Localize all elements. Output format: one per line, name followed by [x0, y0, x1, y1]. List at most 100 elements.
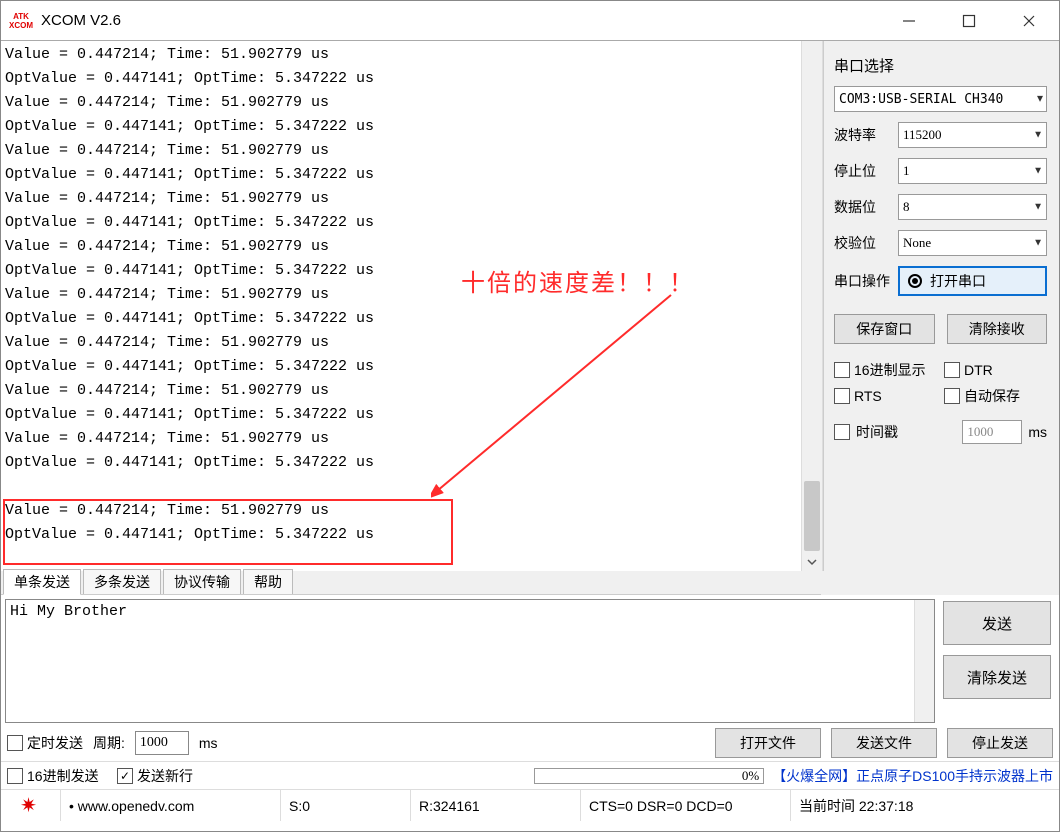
stopbits-select[interactable]: 1 ▼ [898, 158, 1047, 184]
timed-send-checkbox[interactable] [7, 735, 23, 751]
autosave-checkbox[interactable] [944, 388, 960, 404]
baud-value: 115200 [903, 127, 942, 143]
progress-bar: 0% [534, 768, 764, 784]
tab-1[interactable]: 多条发送 [83, 569, 161, 594]
open-port-button[interactable]: 打开串口 [898, 266, 1047, 296]
chevron-down-icon: ▼ [1037, 94, 1043, 105]
status-sent: S:0 [281, 790, 411, 821]
open-file-button[interactable]: 打开文件 [715, 728, 821, 758]
maximize-button[interactable] [939, 1, 999, 41]
receive-log[interactable]: Value = 0.447214; Time: 51.902779 us Opt… [1, 41, 801, 571]
log-scrollbar[interactable] [801, 41, 823, 571]
title-bar: ATK XCOM XCOM V2.6 [1, 1, 1059, 41]
hex-display-checkbox[interactable] [834, 362, 850, 378]
port-op-label: 串口操作 [834, 271, 890, 291]
site-link[interactable]: www.openedv.com [61, 790, 281, 821]
app-icon-bot: XCOM [9, 21, 33, 30]
timestamp-label: 时间戳 [856, 422, 898, 442]
dtr-checkbox[interactable] [944, 362, 960, 378]
scroll-down-arrow[interactable] [802, 553, 822, 571]
gear-icon[interactable]: ✷ [20, 793, 41, 818]
hex-display-label: 16进制显示 [854, 360, 926, 380]
period-label: 周期: [93, 733, 125, 753]
send-newline-checkbox[interactable] [117, 768, 133, 784]
hex-display-option[interactable]: 16进制显示 [834, 360, 934, 380]
port-status-icon [908, 274, 922, 288]
port-combo-value: COM3:USB-SERIAL CH340 [839, 92, 1003, 107]
send-textarea[interactable]: Hi My Brother [6, 600, 914, 722]
autosave-option[interactable]: 自动保存 [944, 386, 1024, 406]
port-section-title: 串口选择 [834, 55, 1047, 76]
stopbits-label: 停止位 [834, 161, 890, 181]
main-area: Value = 0.447214; Time: 51.902779 us Opt… [1, 41, 1059, 571]
hex-send-label: 16进制发送 [27, 766, 99, 786]
chevron-down-icon: ▼ [1033, 238, 1043, 249]
stop-send-button[interactable]: 停止发送 [947, 728, 1053, 758]
annotation-text: 十倍的速度差！！！ [461, 263, 695, 298]
databits-value: 8 [903, 199, 910, 215]
dtr-option[interactable]: DTR [944, 360, 1004, 380]
send-button[interactable]: 发送 [943, 601, 1051, 645]
port-op-row: 串口操作 打开串口 [834, 266, 1047, 296]
hex-send-option[interactable]: 16进制发送 [7, 766, 107, 786]
app-icon: ATK XCOM [9, 9, 33, 33]
tab-2[interactable]: 协议传输 [163, 569, 241, 594]
timestamp-unit: ms [1028, 424, 1047, 440]
clear-send-button[interactable]: 清除发送 [943, 655, 1051, 699]
baud-label: 波特率 [834, 125, 890, 145]
timestamp-interval-input[interactable]: 1000 [962, 420, 1022, 444]
display-options: 16进制显示 DTR RTS 自动保存 [834, 360, 1047, 406]
app-icon-top: ATK [13, 12, 29, 21]
close-button[interactable] [999, 1, 1059, 41]
parity-row: 校验位 None ▼ [834, 230, 1047, 256]
autosave-label: 自动保存 [964, 386, 1020, 406]
send-text-wrap: Hi My Brother [5, 599, 935, 723]
chevron-down-icon: ▼ [1033, 166, 1043, 177]
databits-select[interactable]: 8 ▼ [898, 194, 1047, 220]
ad-link[interactable]: 【火爆全网】正点原子DS100手持示波器上市 [772, 766, 1053, 786]
window-title: XCOM V2.6 [41, 12, 121, 29]
period-input[interactable]: 1000 [135, 731, 189, 755]
serial-settings-panel: 串口选择 COM3:USB-SERIAL CH340 ▼ 波特率 115200 … [823, 41, 1059, 571]
period-unit: ms [199, 735, 218, 751]
tab-0[interactable]: 单条发送 [3, 569, 81, 595]
open-port-button-label: 打开串口 [930, 271, 986, 291]
status-lines: CTS=0 DSR=0 DCD=0 [581, 790, 791, 821]
parity-select[interactable]: None ▼ [898, 230, 1047, 256]
receive-log-wrap: Value = 0.447214; Time: 51.902779 us Opt… [1, 41, 801, 571]
save-window-button[interactable]: 保存窗口 [834, 314, 935, 344]
scroll-thumb[interactable] [804, 481, 820, 551]
send-options-row: 定时发送 周期: 1000 ms 打开文件 发送文件 停止发送 [1, 725, 1059, 761]
send-file-button[interactable]: 发送文件 [831, 728, 937, 758]
send-newline-option[interactable]: 发送新行 [117, 766, 217, 786]
rts-label: RTS [854, 388, 882, 404]
send-scrollbar[interactable] [914, 600, 934, 722]
tab-3[interactable]: 帮助 [243, 569, 293, 594]
minimize-button[interactable] [879, 1, 939, 41]
chevron-down-icon: ▼ [1033, 202, 1043, 213]
rts-checkbox[interactable] [834, 388, 850, 404]
send-newline-label: 发送新行 [137, 766, 193, 786]
send-tabs: 单条发送多条发送协议传输帮助 [1, 571, 821, 595]
rts-option[interactable]: RTS [834, 386, 934, 406]
timed-send-label: 定时发送 [27, 733, 83, 753]
timed-send-option[interactable]: 定时发送 [7, 733, 83, 753]
baud-row: 波特率 115200 ▼ [834, 122, 1047, 148]
databits-row: 数据位 8 ▼ [834, 194, 1047, 220]
timestamp-checkbox[interactable] [834, 424, 850, 440]
status-bar: ✷ www.openedv.com S:0 R:324161 CTS=0 DSR… [1, 789, 1059, 821]
chevron-down-icon: ▼ [1033, 130, 1043, 141]
link-row: 16进制发送 发送新行 0% 【火爆全网】正点原子DS100手持示波器上市 [1, 761, 1059, 789]
status-received: R:324161 [411, 790, 581, 821]
stopbits-value: 1 [903, 163, 910, 179]
send-area: Hi My Brother 发送 清除发送 [1, 595, 1059, 725]
timestamp-row: 时间戳 1000 ms [834, 420, 1047, 444]
parity-label: 校验位 [834, 233, 890, 253]
port-combo[interactable]: COM3:USB-SERIAL CH340 ▼ [834, 86, 1047, 112]
status-time: 当前时间 22:37:18 [791, 790, 1059, 821]
baud-select[interactable]: 115200 ▼ [898, 122, 1047, 148]
databits-label: 数据位 [834, 197, 890, 217]
dtr-label: DTR [964, 362, 993, 378]
clear-receive-button[interactable]: 清除接收 [947, 314, 1048, 344]
hex-send-checkbox[interactable] [7, 768, 23, 784]
